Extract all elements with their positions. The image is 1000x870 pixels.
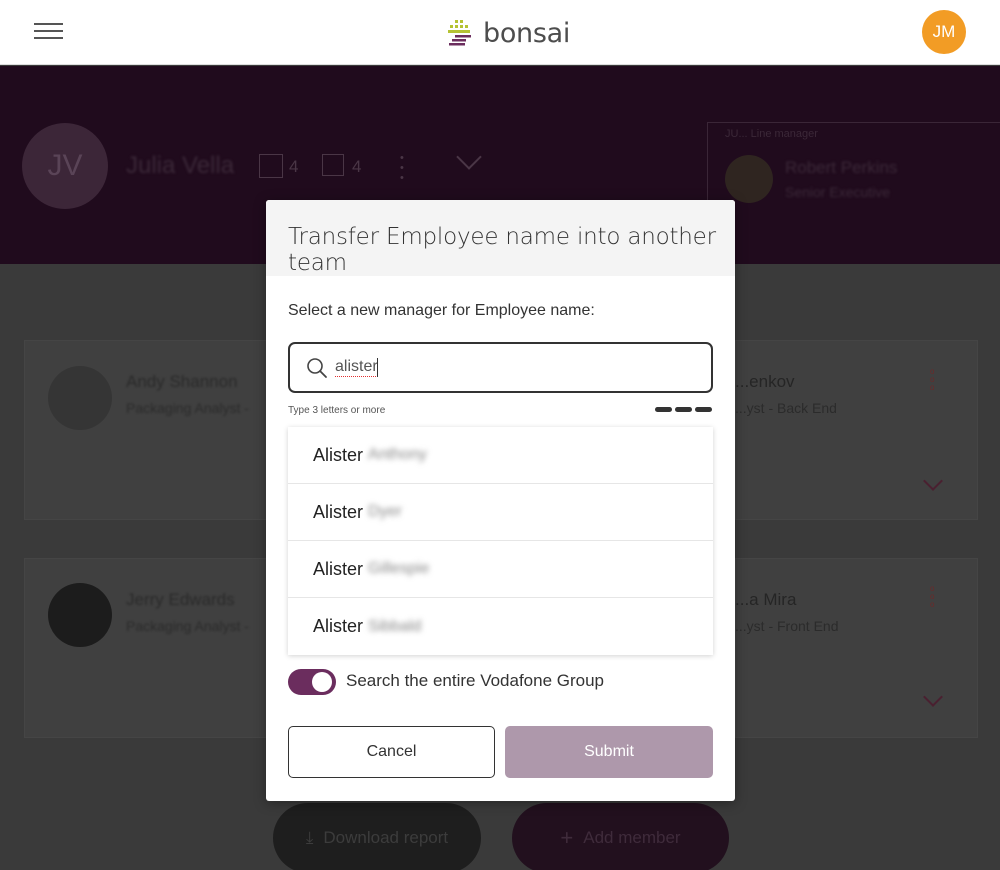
menu-icon[interactable] bbox=[34, 22, 63, 40]
bonsai-logo[interactable]: bonsai bbox=[446, 17, 571, 49]
search-progress-indicator bbox=[655, 407, 712, 412]
chevron-down-icon bbox=[923, 471, 943, 491]
team-card bbox=[735, 340, 978, 520]
search-icon bbox=[307, 358, 327, 378]
manager-search-input[interactable]: alister bbox=[288, 342, 713, 393]
result-last-name: Gillespie bbox=[368, 560, 430, 577]
modal-header: Transfer Employee name into another team bbox=[266, 200, 735, 276]
card-avatar bbox=[48, 583, 112, 647]
result-first-name: Alister bbox=[313, 558, 364, 579]
card-role: ...yst - Back End bbox=[735, 400, 837, 416]
user-avatar[interactable]: JM bbox=[922, 10, 966, 54]
card-avatar bbox=[48, 366, 112, 430]
result-first-name: Alister bbox=[313, 616, 364, 636]
search-group-toggle[interactable] bbox=[288, 669, 336, 695]
team-card bbox=[735, 558, 978, 738]
cancel-button[interactable]: Cancel bbox=[288, 726, 495, 778]
search-result-item[interactable]: Alister Dyer bbox=[288, 484, 713, 541]
more-options-icon: ooo bbox=[930, 584, 935, 609]
submit-button[interactable]: Submit bbox=[505, 726, 713, 778]
add-member-button: + Add member bbox=[512, 803, 729, 870]
chevron-down-icon bbox=[923, 687, 943, 707]
manager-prompt: Select a new manager for Employee name: bbox=[288, 302, 595, 319]
top-bar: bonsai JM bbox=[0, 0, 1000, 65]
modal-title: Transfer Employee name into another team bbox=[288, 224, 716, 276]
result-last-name: Sibbald bbox=[368, 617, 422, 635]
result-last-name: Dyer bbox=[368, 503, 402, 520]
search-value: alister bbox=[335, 358, 378, 377]
transfer-modal: Transfer Employee name into another team… bbox=[266, 200, 735, 801]
card-role: ...yst - Front End bbox=[735, 618, 839, 634]
download-report-button: ⤓ Download report bbox=[273, 803, 481, 870]
bonsai-tree-icon bbox=[448, 20, 471, 46]
search-result-item[interactable]: Alister Gillespie bbox=[288, 541, 713, 598]
search-group-toggle-label: Search the entire Vodafone Group bbox=[346, 671, 605, 690]
card-name: ...enkov bbox=[735, 372, 795, 391]
logo-text: bonsai bbox=[483, 17, 571, 49]
card-name: Andy Shannon bbox=[126, 372, 238, 391]
text-caret bbox=[377, 358, 378, 377]
search-result-item[interactable]: Alister Sibbald bbox=[288, 598, 713, 655]
card-role: Packaging Analyst - bbox=[126, 400, 249, 416]
download-icon: ⤓ bbox=[305, 828, 314, 847]
card-role: Packaging Analyst - bbox=[126, 618, 249, 634]
card-name: Jerry Edwards bbox=[126, 590, 235, 609]
search-results-list: Alister Anthony Alister Dyer Alister Gil… bbox=[288, 427, 713, 655]
search-hint: Type 3 letters or more bbox=[288, 405, 386, 416]
search-result-item[interactable]: Alister Anthony bbox=[288, 427, 713, 484]
more-options-icon: ooo bbox=[930, 367, 935, 392]
team-card bbox=[24, 558, 284, 738]
toggle-knob bbox=[312, 672, 332, 692]
result-first-name: Alister bbox=[313, 501, 364, 522]
card-name: ...a Mira bbox=[735, 590, 797, 609]
result-first-name: Alister bbox=[313, 444, 364, 465]
plus-icon: + bbox=[560, 825, 574, 850]
team-card bbox=[24, 340, 284, 520]
result-last-name: Anthony bbox=[368, 446, 427, 463]
